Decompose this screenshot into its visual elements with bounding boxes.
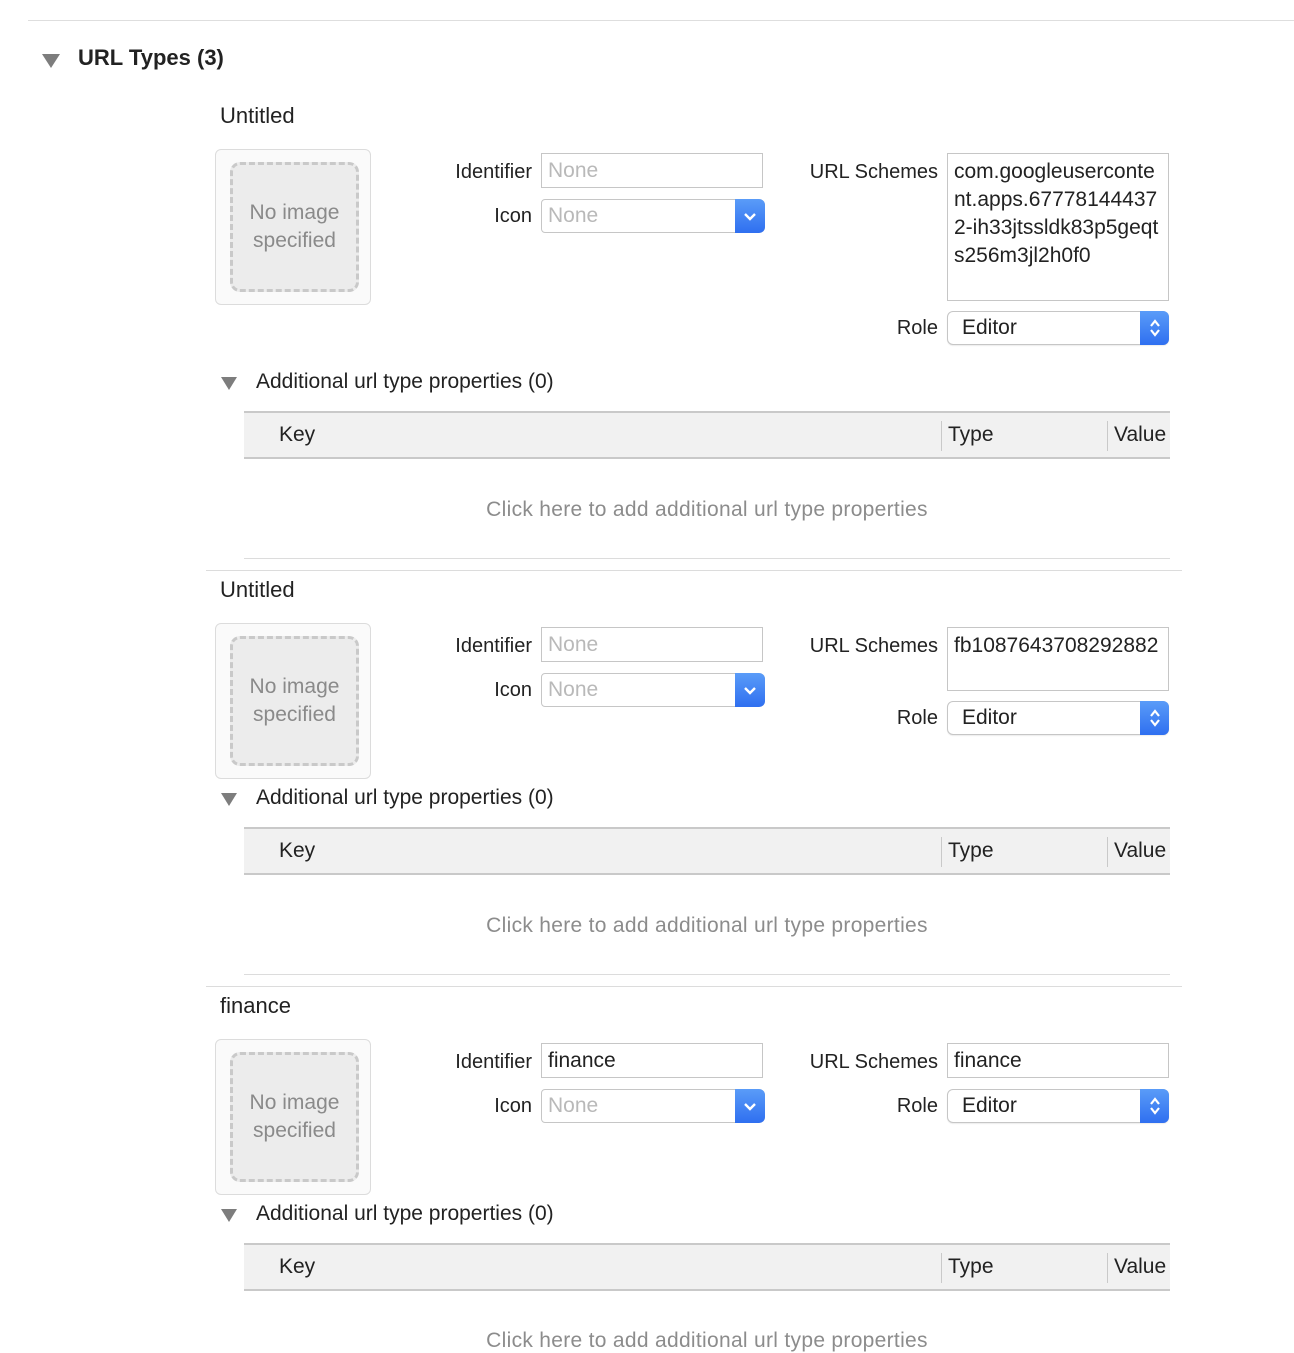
- divider: [206, 570, 1182, 571]
- entry-name: finance: [220, 993, 291, 1018]
- role-label: Role: [896, 707, 938, 729]
- disclosure-triangle-icon[interactable]: [221, 1209, 237, 1222]
- disclosure-triangle-icon[interactable]: [42, 54, 60, 68]
- add-properties-hint[interactable]: Click here to add additional url type pr…: [244, 914, 1170, 938]
- identifier-field[interactable]: finance: [541, 1043, 763, 1078]
- no-image-placeholder: No image specified: [230, 1052, 359, 1182]
- chevron-down-icon[interactable]: [735, 1089, 765, 1123]
- column-key[interactable]: Key: [279, 413, 315, 457]
- add-properties-hint[interactable]: Click here to add additional url type pr…: [244, 498, 1170, 522]
- icon-label: Icon: [494, 205, 532, 227]
- additional-properties-title: Additional url type properties (0): [256, 786, 554, 809]
- column-value[interactable]: Value: [1114, 829, 1166, 873]
- icon-combobox[interactable]: None: [541, 673, 765, 707]
- identifier-field[interactable]: None: [541, 627, 763, 662]
- image-well[interactable]: No image specified: [215, 149, 371, 305]
- icon-combobox[interactable]: None: [541, 1089, 765, 1123]
- role-label: Role: [896, 1095, 938, 1117]
- url-schemes-label: URL Schemes: [809, 1051, 938, 1073]
- disclosure-triangle-icon[interactable]: [221, 377, 237, 390]
- role-popup[interactable]: Editor: [947, 311, 1169, 345]
- identifier-field[interactable]: None: [541, 153, 763, 188]
- entry-name: Untitled: [220, 577, 295, 602]
- url-schemes-field[interactable]: finance: [947, 1043, 1169, 1078]
- column-key[interactable]: Key: [279, 829, 315, 873]
- properties-table-header: Key Type Value: [244, 1243, 1170, 1291]
- chevron-down-icon[interactable]: [735, 673, 765, 707]
- disclosure-triangle-icon[interactable]: [221, 793, 237, 806]
- column-type[interactable]: Type: [948, 829, 994, 873]
- url-type-entry: finance No image specified Identifier fi…: [0, 993, 1294, 1352]
- icon-combobox[interactable]: None: [541, 199, 765, 233]
- url-schemes-field[interactable]: fb1087643708292882: [947, 627, 1169, 691]
- up-down-chevron-icon[interactable]: [1140, 1089, 1169, 1123]
- image-well[interactable]: No image specified: [215, 1039, 371, 1195]
- up-down-chevron-icon[interactable]: [1140, 701, 1169, 735]
- url-type-entry: Untitled No image specified Identifier N…: [0, 577, 1294, 987]
- chevron-down-icon[interactable]: [735, 199, 765, 233]
- role-label: Role: [896, 317, 938, 339]
- column-value[interactable]: Value: [1114, 413, 1166, 457]
- additional-properties-title: Additional url type properties (0): [256, 370, 554, 393]
- icon-label: Icon: [494, 679, 532, 701]
- url-schemes-field[interactable]: com.googleusercontent.apps.677781444372-…: [947, 153, 1169, 301]
- identifier-label: Identifier: [455, 1051, 532, 1073]
- divider: [244, 974, 1170, 975]
- column-key[interactable]: Key: [279, 1245, 315, 1289]
- url-type-entry: Untitled No image specified Identifier N…: [0, 103, 1294, 571]
- icon-label: Icon: [494, 1095, 532, 1117]
- properties-table-header: Key Type Value: [244, 411, 1170, 459]
- column-type[interactable]: Type: [948, 1245, 994, 1289]
- divider: [244, 558, 1170, 559]
- column-type[interactable]: Type: [948, 413, 994, 457]
- image-well[interactable]: No image specified: [215, 623, 371, 779]
- no-image-placeholder: No image specified: [230, 636, 359, 766]
- up-down-chevron-icon[interactable]: [1140, 311, 1169, 345]
- divider: [206, 986, 1182, 987]
- identifier-label: Identifier: [455, 161, 532, 183]
- identifier-label: Identifier: [455, 635, 532, 657]
- properties-table-header: Key Type Value: [244, 827, 1170, 875]
- top-divider: [28, 20, 1294, 21]
- no-image-placeholder: No image specified: [230, 162, 359, 292]
- url-schemes-label: URL Schemes: [809, 635, 938, 657]
- url-schemes-label: URL Schemes: [809, 161, 938, 183]
- additional-properties-title: Additional url type properties (0): [256, 1202, 554, 1225]
- add-properties-hint[interactable]: Click here to add additional url type pr…: [244, 1329, 1170, 1353]
- role-popup[interactable]: Editor: [947, 1089, 1169, 1123]
- section-title: URL Types (3): [78, 45, 224, 70]
- role-popup[interactable]: Editor: [947, 701, 1169, 735]
- entry-name: Untitled: [220, 103, 295, 128]
- column-value[interactable]: Value: [1114, 1245, 1166, 1289]
